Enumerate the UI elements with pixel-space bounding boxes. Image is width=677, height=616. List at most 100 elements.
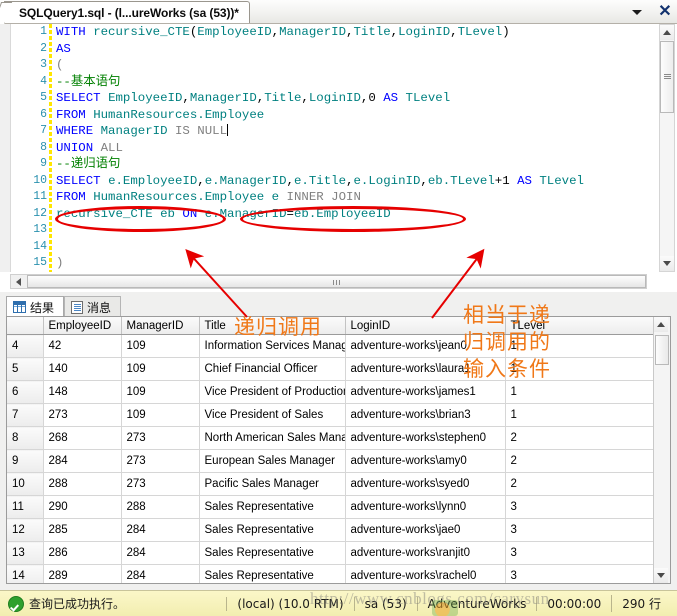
cell-loginid[interactable]: adventure-works\amy0 bbox=[345, 450, 505, 473]
code-line[interactable]: ) bbox=[52, 255, 659, 272]
tab-messages[interactable]: 消息 bbox=[64, 296, 121, 317]
cell-tlevel[interactable]: 1 bbox=[505, 404, 653, 427]
cell-managerid[interactable]: 109 bbox=[121, 381, 199, 404]
cell-tlevel[interactable]: 1 bbox=[505, 381, 653, 404]
cell-title[interactable]: European Sales Manager bbox=[199, 450, 345, 473]
editor-hscroll-thumb[interactable] bbox=[27, 275, 646, 288]
cell-employeeid[interactable]: 273 bbox=[43, 404, 121, 427]
cell-title[interactable]: Chief Financial Officer bbox=[199, 358, 345, 381]
editor-scroll-thumb[interactable] bbox=[660, 41, 674, 113]
cell-managerid[interactable]: 284 bbox=[121, 519, 199, 542]
cell-employeeid[interactable]: 284 bbox=[43, 450, 121, 473]
row-number-cell[interactable]: 6 bbox=[7, 381, 43, 404]
chevron-down-icon[interactable] bbox=[629, 3, 645, 21]
cell-managerid[interactable]: 273 bbox=[121, 473, 199, 496]
row-number-cell[interactable]: 13 bbox=[7, 542, 43, 565]
cell-tlevel[interactable]: 3 bbox=[505, 542, 653, 565]
table-row[interactable]: 5140109Chief Financial Officeradventure-… bbox=[7, 358, 653, 381]
cell-employeeid[interactable]: 148 bbox=[43, 381, 121, 404]
code-line[interactable]: UNION ALL bbox=[52, 140, 659, 157]
col-managerid[interactable]: ManagerID bbox=[121, 317, 199, 335]
table-row[interactable]: 14289284Sales Representativeadventure-wo… bbox=[7, 565, 653, 585]
editor-vertical-scrollbar[interactable] bbox=[659, 24, 675, 272]
cell-tlevel[interactable]: 2 bbox=[505, 427, 653, 450]
code-line[interactable]: --递归语句 bbox=[52, 156, 659, 173]
cell-loginid[interactable]: adventure-works\jae0 bbox=[345, 519, 505, 542]
cell-loginid[interactable]: adventure-works\james1 bbox=[345, 381, 505, 404]
cell-tlevel[interactable]: 2 bbox=[505, 473, 653, 496]
cell-employeeid[interactable]: 288 bbox=[43, 473, 121, 496]
table-row[interactable]: 11290288Sales Representativeadventure-wo… bbox=[7, 496, 653, 519]
cell-managerid[interactable]: 273 bbox=[121, 427, 199, 450]
cell-managerid[interactable]: 109 bbox=[121, 358, 199, 381]
table-row[interactable]: 8268273North American Sales Manageradven… bbox=[7, 427, 653, 450]
tab-results[interactable]: 结果 bbox=[6, 296, 64, 317]
editor-horizontal-scrollbar[interactable] bbox=[10, 274, 647, 289]
table-row[interactable]: 13286284Sales Representativeadventure-wo… bbox=[7, 542, 653, 565]
cell-employeeid[interactable]: 289 bbox=[43, 565, 121, 585]
cell-title[interactable]: North American Sales Manager bbox=[199, 427, 345, 450]
cell-tlevel[interactable]: 3 bbox=[505, 565, 653, 585]
cell-title[interactable]: Pacific Sales Manager bbox=[199, 473, 345, 496]
row-number-cell[interactable]: 11 bbox=[7, 496, 43, 519]
grid-scroll-up-arrow-icon[interactable] bbox=[654, 317, 668, 332]
code-line[interactable] bbox=[52, 222, 659, 239]
grid-scroll-thumb[interactable] bbox=[655, 335, 669, 365]
cell-loginid[interactable]: adventure-works\syed0 bbox=[345, 473, 505, 496]
cell-managerid[interactable]: 273 bbox=[121, 450, 199, 473]
grid-scroll-down-arrow-icon[interactable] bbox=[654, 568, 668, 583]
results-grid[interactable]: EmployeeID ManagerID Title LoginID TLeve… bbox=[6, 316, 671, 584]
cell-title[interactable]: Sales Representative bbox=[199, 542, 345, 565]
row-number-cell[interactable]: 12 bbox=[7, 519, 43, 542]
code-line[interactable]: recursive_CTE eb ON e.ManagerID=eb.Emplo… bbox=[52, 206, 659, 223]
cell-employeeid[interactable]: 140 bbox=[43, 358, 121, 381]
cell-loginid[interactable]: adventure-works\brian3 bbox=[345, 404, 505, 427]
cell-employeeid[interactable]: 268 bbox=[43, 427, 121, 450]
cell-managerid[interactable]: 109 bbox=[121, 335, 199, 358]
code-line[interactable]: WHERE ManagerID IS NULL bbox=[52, 123, 659, 140]
close-icon[interactable]: ✕ bbox=[657, 3, 673, 21]
row-number-cell[interactable]: 5 bbox=[7, 358, 43, 381]
row-number-cell[interactable]: 14 bbox=[7, 565, 43, 585]
code-line[interactable]: AS bbox=[52, 41, 659, 58]
cell-managerid[interactable]: 288 bbox=[121, 496, 199, 519]
cell-loginid[interactable]: adventure-works\stephen0 bbox=[345, 427, 505, 450]
cell-loginid[interactable]: adventure-works\rachel0 bbox=[345, 565, 505, 585]
table-row[interactable]: 12285284Sales Representativeadventure-wo… bbox=[7, 519, 653, 542]
row-number-cell[interactable]: 7 bbox=[7, 404, 43, 427]
code-line[interactable] bbox=[52, 239, 659, 256]
cell-title[interactable]: Vice President of Production bbox=[199, 381, 345, 404]
cell-employeeid[interactable]: 290 bbox=[43, 496, 121, 519]
cell-employeeid[interactable]: 286 bbox=[43, 542, 121, 565]
scroll-down-arrow-icon[interactable] bbox=[660, 256, 674, 271]
cell-tlevel[interactable]: 2 bbox=[505, 450, 653, 473]
table-row[interactable]: 10288273Pacific Sales Manageradventure-w… bbox=[7, 473, 653, 496]
cell-employeeid[interactable]: 285 bbox=[43, 519, 121, 542]
code-line[interactable]: WITH recursive_CTE(EmployeeID,ManagerID,… bbox=[52, 24, 659, 41]
cell-loginid[interactable]: adventure-works\lynn0 bbox=[345, 496, 505, 519]
cell-title[interactable]: Vice President of Sales bbox=[199, 404, 345, 427]
cell-tlevel[interactable]: 3 bbox=[505, 519, 653, 542]
table-row[interactable]: 442109Information Services Manageradvent… bbox=[7, 335, 653, 358]
cell-title[interactable]: Sales Representative bbox=[199, 565, 345, 585]
row-number-cell[interactable]: 8 bbox=[7, 427, 43, 450]
cell-tlevel[interactable]: 3 bbox=[505, 496, 653, 519]
table-row[interactable]: 7273109Vice President of Salesadventure-… bbox=[7, 404, 653, 427]
code-line[interactable]: SELECT EmployeeID,ManagerID,Title,LoginI… bbox=[52, 90, 659, 107]
code-line[interactable]: FROM HumanResources.Employee e INNER JOI… bbox=[52, 189, 659, 206]
cell-title[interactable]: Sales Representative bbox=[199, 519, 345, 542]
code-line[interactable]: ( bbox=[52, 57, 659, 74]
row-number-cell[interactable]: 4 bbox=[7, 335, 43, 358]
cell-managerid[interactable]: 284 bbox=[121, 542, 199, 565]
document-tab[interactable]: SQLQuery1.sql - (l...ureWorks (sa (53))* bbox=[4, 1, 250, 23]
scroll-up-arrow-icon[interactable] bbox=[660, 25, 674, 40]
row-number-cell[interactable]: 9 bbox=[7, 450, 43, 473]
scroll-left-arrow-icon[interactable] bbox=[11, 275, 26, 288]
cell-managerid[interactable]: 284 bbox=[121, 565, 199, 585]
cell-loginid[interactable]: adventure-works\ranjit0 bbox=[345, 542, 505, 565]
cell-employeeid[interactable]: 42 bbox=[43, 335, 121, 358]
cell-managerid[interactable]: 109 bbox=[121, 404, 199, 427]
code-line[interactable]: FROM HumanResources.Employee bbox=[52, 107, 659, 124]
table-row[interactable]: 9284273European Sales Manageradventure-w… bbox=[7, 450, 653, 473]
col-employeeid[interactable]: EmployeeID bbox=[43, 317, 121, 335]
